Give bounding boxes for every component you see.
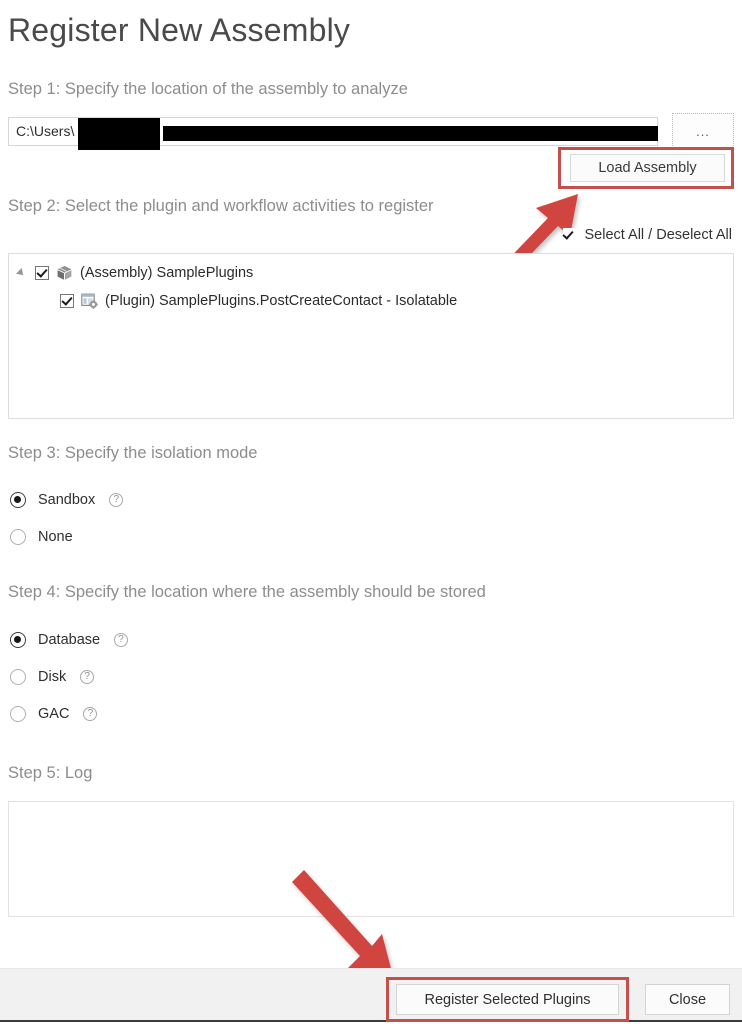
- assembly-box-icon: [57, 266, 72, 280]
- load-assembly-button[interactable]: Load Assembly: [570, 154, 725, 182]
- log-textarea[interactable]: [8, 801, 734, 917]
- help-icon[interactable]: ?: [80, 670, 95, 684]
- radio-option-gac[interactable]: GAC ?: [10, 706, 98, 722]
- tree-item-checkbox[interactable]: [60, 294, 74, 308]
- assembly-path-value: C:\Users\: [16, 123, 75, 139]
- step3-label: Step 3: Specify the isolation mode: [8, 444, 258, 462]
- expander-collapse-icon[interactable]: [18, 268, 28, 278]
- step4-label: Step 4: Specify the location where the a…: [8, 583, 486, 601]
- step1-label: Step 1: Specify the location of the asse…: [8, 80, 408, 98]
- radio-disk-label: Disk: [38, 669, 67, 685]
- help-icon[interactable]: ?: [114, 633, 129, 647]
- radio-sandbox-indicator[interactable]: [10, 492, 26, 508]
- page-title: Register New Assembly: [8, 12, 351, 48]
- help-icon[interactable]: ?: [109, 493, 124, 507]
- radio-database-indicator[interactable]: [10, 632, 26, 648]
- radio-option-sandbox[interactable]: Sandbox ?: [10, 492, 124, 508]
- register-new-assembly-dialog: Register New Assembly Step 1: Specify th…: [0, 0, 742, 1024]
- select-all-label: Select All / Deselect All: [584, 227, 733, 243]
- radio-disk-indicator[interactable]: [10, 669, 26, 685]
- select-all-row[interactable]: Select All / Deselect All: [562, 227, 733, 243]
- browse-button[interactable]: ...: [672, 113, 734, 150]
- radio-gac-indicator[interactable]: [10, 706, 26, 722]
- help-icon[interactable]: ?: [83, 707, 98, 721]
- tree-row[interactable]: (Plugin) SamplePlugins.PostCreateContact…: [9, 289, 733, 313]
- radio-none-label: None: [38, 529, 73, 545]
- tree-item-label: (Assembly) SamplePlugins: [80, 265, 254, 281]
- select-all-checkbox[interactable]: [562, 228, 577, 242]
- radio-option-disk[interactable]: Disk ?: [10, 669, 95, 685]
- close-button[interactable]: Close: [645, 984, 730, 1015]
- step2-label: Step 2: Select the plugin and workflow a…: [8, 197, 434, 215]
- plugin-tree-view[interactable]: (Assembly) SamplePlugins (Plugin) Sample…: [8, 253, 734, 419]
- step5-label: Step 5: Log: [8, 764, 93, 782]
- plugin-gear-icon: [81, 293, 98, 309]
- radio-none-indicator[interactable]: [10, 529, 26, 545]
- dialog-footer: [0, 968, 742, 1022]
- radio-option-none[interactable]: None: [10, 529, 73, 545]
- tree-row[interactable]: (Assembly) SamplePlugins: [9, 261, 733, 285]
- register-selected-plugins-button[interactable]: Register Selected Plugins: [396, 984, 619, 1015]
- redaction-block: [78, 118, 160, 150]
- radio-database-label: Database: [38, 632, 101, 648]
- radio-option-database[interactable]: Database ?: [10, 632, 129, 648]
- redaction-block: [163, 126, 658, 141]
- tree-item-checkbox[interactable]: [35, 266, 49, 280]
- radio-sandbox-label: Sandbox: [38, 492, 96, 508]
- tree-item-label: (Plugin) SamplePlugins.PostCreateContact…: [105, 293, 458, 309]
- radio-gac-label: GAC: [38, 706, 70, 722]
